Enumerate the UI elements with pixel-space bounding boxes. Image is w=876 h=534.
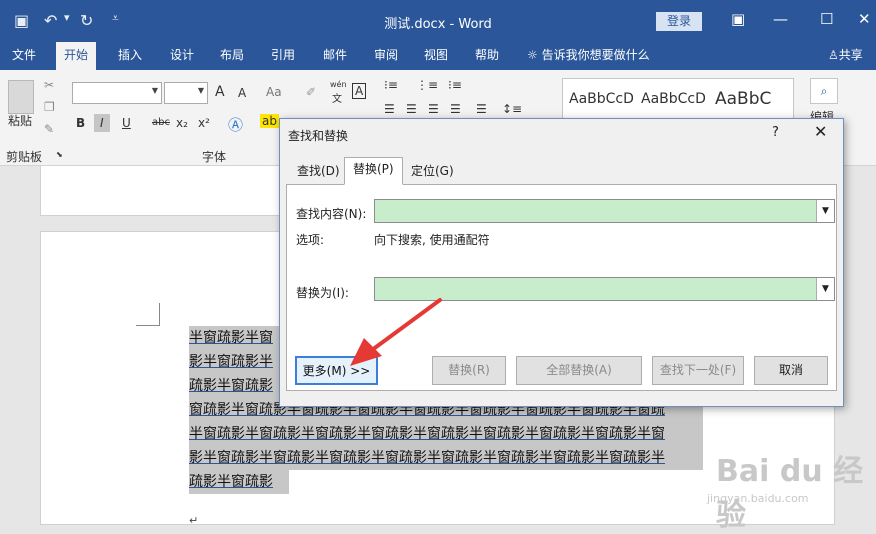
annotation-arrow xyxy=(350,298,442,366)
tab-replace[interactable]: 替换(P) xyxy=(344,157,403,185)
